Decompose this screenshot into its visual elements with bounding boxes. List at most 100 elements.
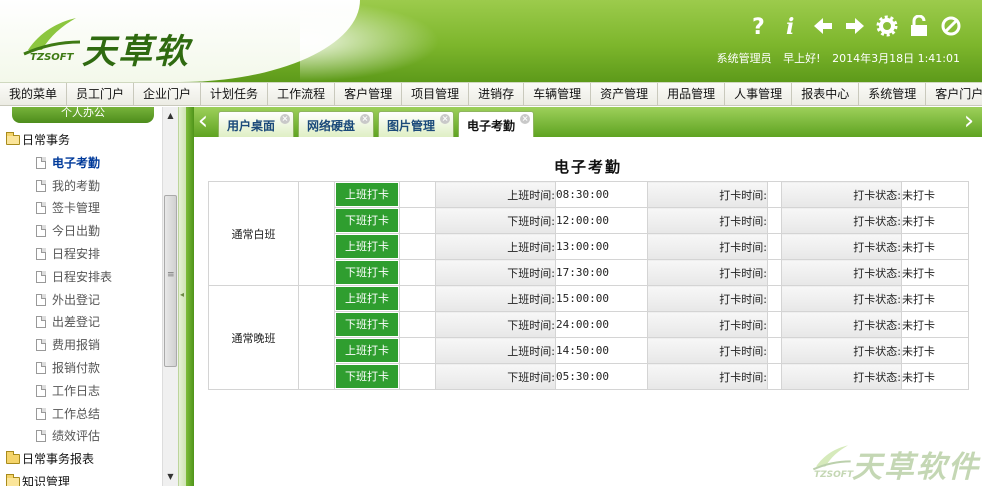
tree-item-work-log[interactable]: 工作日志 [0,380,160,403]
sidebar-splitter[interactable]: ◂ [178,107,186,486]
punch-time-value [767,181,782,208]
spacer-cell [399,181,436,208]
header-toolbar: ? i [748,14,962,38]
punch-time-value [767,311,782,338]
tab-scroll-left-icon[interactable]: ‹ [194,108,212,135]
button-cell: 下班打卡 [334,259,400,286]
clock-in-button[interactable]: 上班打卡 [336,287,398,310]
help-icon[interactable]: ? [748,14,770,38]
button-cell: 下班打卡 [334,363,400,390]
collapse-arrow-icon[interactable]: ◂ [180,290,184,299]
tree-folder-daily-affairs[interactable]: 日常事务 [0,129,160,152]
tree-item-business-trip[interactable]: 出差登记 [0,311,160,334]
punch-time-value [767,259,782,286]
tree-item-work-summary[interactable]: 工作总结 [0,403,160,426]
tab-network-disk[interactable]: 网络硬盘 × [298,111,375,137]
menu-customer-portal[interactable]: 客户门户 [926,83,982,105]
tree-item-label: 日程安排 [52,246,101,261]
menu-report-center[interactable]: 报表中心 [792,83,860,105]
punch-status-value: 未打卡 [901,233,969,260]
tree-item-e-attendance[interactable]: 电子考勤 [0,152,160,175]
clock-in-button[interactable]: 上班打卡 [336,339,398,362]
close-icon[interactable]: × [280,114,291,124]
tree-item-schedule-table[interactable]: 日程安排表 [0,266,160,289]
punch-status-value: 未打卡 [901,285,969,312]
clock-in-button[interactable]: 上班打卡 [336,183,398,206]
document-icon [36,407,46,420]
close-icon[interactable]: × [520,114,531,124]
tree-item-outing-register[interactable]: 外出登记 [0,289,160,312]
scheduled-time: 24:00:00 [555,311,648,338]
content-border [186,107,194,486]
button-cell: 下班打卡 [334,207,400,234]
punch-status-label: 打卡状态: [781,337,902,364]
tree-item-label: 出差登记 [52,315,101,330]
scroll-up-arrow-icon[interactable]: ▲ [163,109,178,123]
clock-out-button[interactable]: 下班打卡 [336,261,398,284]
menu-hr-management[interactable]: 人事管理 [725,83,793,105]
menu-system-management[interactable]: 系统管理 [859,83,927,105]
time-label: 下班时间: [435,311,556,338]
clock-out-button[interactable]: 下班打卡 [336,365,398,388]
tree-folder-label: 日常事务 [22,133,71,147]
punch-time-label: 打卡时间: [647,181,768,208]
tab-user-desktop[interactable]: 用户桌面 × [218,111,295,137]
tree-item-label: 今日出勤 [52,224,101,239]
sidebar-scrollbar[interactable]: ▲ ≡ ▼ [162,107,178,486]
spacer-cell [298,181,335,286]
tab-e-attendance[interactable]: 电子考勤 × [458,111,535,138]
back-icon[interactable] [812,14,834,38]
button-cell: 上班打卡 [334,337,400,364]
menu-employee-portal[interactable]: 员工门户 [67,83,135,105]
tree-item-reimbursement-payment[interactable]: 报销付款 [0,357,160,380]
settings-icon[interactable] [876,14,898,38]
menu-enterprise-portal[interactable]: 企业门户 [134,83,202,105]
tree-item-performance-review[interactable]: 绩效评估 [0,425,160,448]
leaf-logo-icon [23,18,81,56]
datetime: 2014年3月18日 1:41:01 [832,52,960,65]
close-icon[interactable]: × [440,114,451,124]
scrollbar-thumb[interactable]: ≡ [164,195,177,367]
tree-item-today-attendance[interactable]: 今日出勤 [0,220,160,243]
menu-inventory[interactable]: 进销存 [469,83,525,105]
watermark-sub: TZSOFT [814,470,854,480]
menu-plan-tasks[interactable]: 计划任务 [201,83,269,105]
forward-icon[interactable] [844,14,866,38]
clock-out-button[interactable]: 下班打卡 [336,209,398,232]
menu-my-menu[interactable]: 我的菜单 [0,83,68,105]
punch-status-value: 未打卡 [901,363,969,390]
tree-item-label: 我的考勤 [52,178,101,193]
menu-supplies-management[interactable]: 用品管理 [658,83,726,105]
header-decoration [300,0,440,82]
folder-open-icon [6,473,20,486]
menu-project-management[interactable]: 项目管理 [402,83,470,105]
spacer-cell [399,207,436,234]
close-icon[interactable]: × [360,114,371,124]
punch-time-label: 打卡时间: [647,311,768,338]
document-icon [36,339,46,352]
lock-icon[interactable] [908,14,930,38]
tree-item-my-attendance[interactable]: 我的考勤 [0,175,160,198]
logout-icon[interactable] [940,14,962,38]
tree-folder-knowledge[interactable]: 知识管理 [0,471,160,486]
table-row: 通常白班 上班打卡 上班时间: 08:30:00 打卡时间: 打卡状态: 未打卡 [208,181,969,286]
tree-folder-daily-reports[interactable]: 日常事务报表 [0,448,160,471]
info-icon[interactable]: i [780,14,802,38]
folder-icon [6,451,20,465]
menu-asset-management[interactable]: 资产管理 [591,83,659,105]
tree-item-expense-claim[interactable]: 费用报销 [0,334,160,357]
tree-item-schedule[interactable]: 日程安排 [0,243,160,266]
tree-item-label: 报销付款 [52,360,101,375]
menu-vehicle-management[interactable]: 车辆管理 [524,83,592,105]
spacer-cell [399,259,436,286]
clock-in-button[interactable]: 上班打卡 [336,235,398,258]
tab-image-management[interactable]: 图片管理 × [378,111,455,137]
menu-workflow[interactable]: 工作流程 [268,83,336,105]
tab-scroll-right-icon[interactable]: › [960,108,978,135]
time-label: 上班时间: [435,337,556,364]
scroll-down-arrow-icon[interactable]: ▼ [163,470,178,484]
menu-customer-management[interactable]: 客户管理 [335,83,403,105]
tree-item-sign-card[interactable]: 签卡管理 [0,197,160,220]
clock-out-button[interactable]: 下班打卡 [336,313,398,336]
time-label: 下班时间: [435,259,556,286]
